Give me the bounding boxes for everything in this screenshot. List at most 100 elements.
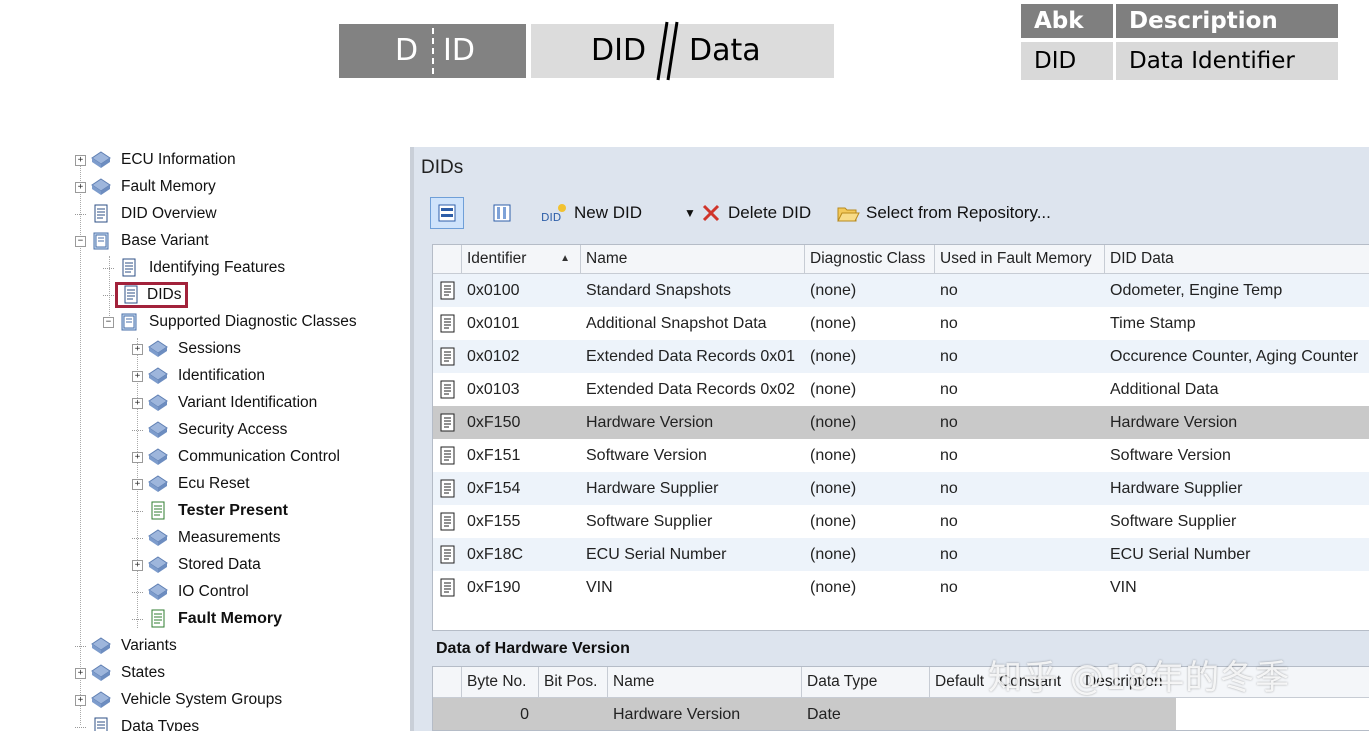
grid-header: Identifier ▲ Name Diagnostic Class Used i… — [433, 245, 1369, 274]
did-split-box: D ID — [339, 24, 526, 78]
new-did-button[interactable]: DID New DID — [540, 197, 642, 229]
tree-item-tester-present[interactable]: Tester Present — [132, 499, 291, 523]
tree-item-base-variant[interactable]: − Base Variant — [75, 229, 212, 253]
tree-label: Communication Control — [178, 448, 340, 465]
column-header-data-type[interactable]: Data Type — [802, 667, 930, 697]
diamond-folder-icon — [148, 475, 168, 492]
cell-name: ECU Serial Number — [586, 546, 727, 563]
expand-icon[interactable]: + — [132, 559, 143, 571]
table-row[interactable]: 0x0100 Standard Snapshots (none) no Odometer… — [433, 274, 1369, 307]
expand-icon[interactable]: + — [132, 397, 143, 409]
tree-item-fault-memory[interactable]: + Fault Memory — [75, 175, 219, 199]
tree-label: Variant Identification — [178, 394, 318, 411]
cell-used-in-fault-memory: no — [940, 414, 958, 431]
cell-did-data: Time Stamp — [1110, 315, 1196, 332]
column-header-identifier[interactable]: Identifier ▲ — [462, 245, 581, 273]
table-row[interactable]: 0xF154 Hardware Supplier (none) no Hardware … — [433, 472, 1369, 505]
cell-diagnostic-class: (none) — [810, 546, 857, 563]
expand-icon[interactable]: + — [75, 694, 86, 706]
expand-icon[interactable]: + — [132, 370, 143, 382]
table-row[interactable]: 0xF190 VIN (none) no VIN — [433, 571, 1369, 604]
tree-item-data-types[interactable]: Data Types — [75, 715, 202, 731]
column-view-button[interactable] — [488, 197, 516, 229]
cell-used-in-fault-memory: no — [940, 579, 958, 596]
grid-corner — [433, 667, 462, 697]
dids-grid: Identifier ▲ Name Diagnostic Class Used i… — [432, 244, 1369, 631]
tree-label: Fault Memory — [178, 610, 283, 627]
cell-identifier: 0x0103 — [467, 381, 520, 398]
tree-item-vehicle-system-groups[interactable]: + Vehicle System Groups — [75, 688, 285, 712]
new-did-dropdown[interactable]: ▼ — [684, 197, 696, 229]
cell-name: Hardware Version — [613, 706, 741, 723]
cell-diagnostic-class: (none) — [810, 480, 857, 497]
document-icon — [122, 258, 136, 277]
expand-icon[interactable]: + — [75, 154, 86, 166]
tree-label: Data Types — [121, 718, 200, 731]
select-from-repository-button[interactable]: Select from Repository... — [836, 197, 1051, 229]
column-header-did-data[interactable]: DID Data — [1105, 245, 1369, 273]
abk-cell: DID — [1021, 42, 1113, 80]
tree-item-did-overview[interactable]: DID Overview — [75, 202, 220, 226]
expand-icon[interactable]: + — [75, 181, 86, 193]
table-row[interactable]: 0xF150 Hardware Version (none) no Hardware V… — [433, 406, 1369, 439]
table-row[interactable]: 0xF151 Software Version (none) no Software V… — [433, 439, 1369, 472]
tree-item-ecu-reset[interactable]: + Ecu Reset — [132, 472, 253, 496]
cell-did-data: Hardware Version — [1110, 414, 1238, 431]
tree-item-fault-memory-class[interactable]: Fault Memory — [132, 607, 285, 631]
table-row[interactable]: 0x0103 Extended Data Records 0x02 (none) no… — [433, 373, 1369, 406]
tree-label: Fault Memory — [121, 178, 216, 195]
sub-grid-row[interactable]: 0 Hardware Version Date — [433, 698, 1176, 730]
table-row[interactable]: 0x0101 Additional Snapshot Data (none) no Ti… — [433, 307, 1369, 340]
cell-did-data: Software Supplier — [1110, 513, 1237, 530]
tree-item-communication-control[interactable]: + Communication Control — [132, 445, 343, 469]
tree-label: Sessions — [178, 340, 241, 357]
tree-item-stored-data[interactable]: + Stored Data — [132, 553, 264, 577]
diamond-folder-icon — [91, 691, 111, 708]
tree-item-identifying-features[interactable]: Identifying Features — [103, 256, 288, 280]
column-header-bit-pos[interactable]: Bit Pos. — [539, 667, 608, 697]
table-row[interactable]: 0x0102 Extended Data Records 0x01 (none) no… — [433, 340, 1369, 373]
diamond-folder-icon — [148, 583, 168, 600]
tree-item-states[interactable]: + States — [75, 661, 168, 685]
document-icon — [124, 285, 138, 304]
cell-name: Hardware Supplier — [586, 480, 719, 497]
tree-label: Variants — [121, 637, 177, 654]
delete-did-label: Delete DID — [728, 203, 812, 222]
expand-icon[interactable]: + — [132, 478, 143, 490]
expand-icon[interactable]: + — [132, 343, 143, 355]
tree-item-sessions[interactable]: + Sessions — [132, 337, 244, 361]
column-header-used-in-fault-memory[interactable]: Used in Fault Memory — [935, 245, 1105, 273]
tree-item-variants[interactable]: Variants — [75, 634, 180, 658]
column-header-name[interactable]: Name — [581, 245, 805, 273]
tree-item-ecu-information[interactable]: + ECU Information — [75, 148, 239, 172]
column-header-byte-no[interactable]: Byte No. — [462, 667, 539, 697]
delete-did-button[interactable]: Delete DID — [700, 197, 811, 229]
tree-item-supported-diagnostic-classes[interactable]: − Supported Diagnostic Classes — [103, 310, 360, 334]
tree-label: Vehicle System Groups — [121, 691, 283, 708]
tree-label: Identifying Features — [149, 259, 286, 276]
column-header-default[interactable]: Default — [930, 667, 996, 697]
column-header-name[interactable]: Name — [608, 667, 802, 697]
tree-item-security-access[interactable]: Security Access — [132, 418, 290, 442]
cell-name: Extended Data Records 0x01 — [586, 348, 796, 365]
tree-item-identification[interactable]: + Identification — [132, 364, 268, 388]
cell-name: Software Supplier — [586, 513, 713, 530]
tree-item-dids[interactable]: DIDs — [103, 282, 189, 308]
cell-identifier: 0xF155 — [467, 513, 521, 530]
tree-label: Supported Diagnostic Classes — [149, 313, 357, 330]
expand-icon[interactable]: + — [132, 451, 143, 463]
tree-item-variant-identification[interactable]: + Variant Identification — [132, 391, 320, 415]
tree-item-measurements[interactable]: Measurements — [132, 526, 284, 550]
table-row[interactable]: 0xF155 Software Supplier (none) no Software … — [433, 505, 1369, 538]
list-view-button[interactable] — [430, 197, 464, 229]
table-row[interactable]: 0xF18C ECU Serial Number (none) no ECU Seria… — [433, 538, 1369, 571]
cell-used-in-fault-memory: no — [940, 546, 958, 563]
column-header-diagnostic-class[interactable]: Diagnostic Class — [805, 245, 935, 273]
collapse-icon[interactable]: − — [75, 235, 86, 247]
tree-item-io-control[interactable]: IO Control — [132, 580, 252, 604]
expand-icon[interactable]: + — [75, 667, 86, 679]
cell-name: Extended Data Records 0x02 — [586, 381, 796, 398]
cell-identifier: 0x0101 — [467, 315, 520, 332]
tree-label: States — [121, 664, 165, 681]
collapse-icon[interactable]: − — [103, 316, 114, 328]
